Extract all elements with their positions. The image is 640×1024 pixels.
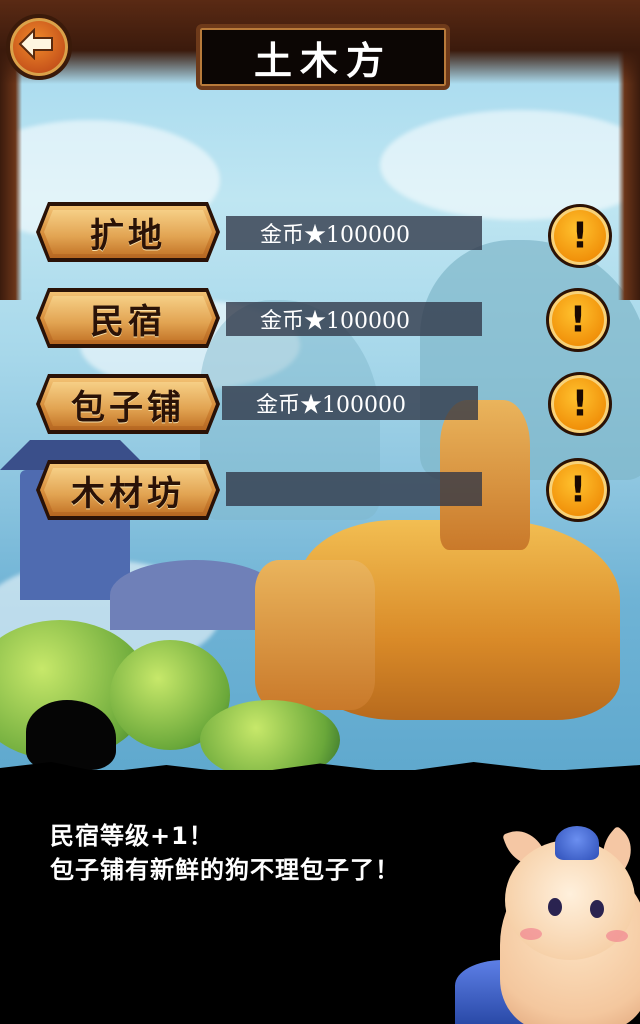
info-button[interactable]: !	[548, 204, 612, 268]
row-label: 民宿	[90, 301, 166, 342]
row-label: 扩地	[90, 215, 166, 256]
row-label: 木材坊	[71, 473, 185, 514]
bun-shop-button[interactable]: 包子铺	[40, 378, 216, 430]
exclamation-icon: !	[569, 469, 587, 511]
inn-button[interactable]: 民宿	[40, 292, 216, 344]
cost-bar: 金币★100000	[226, 302, 482, 336]
title-plate: 土木方	[196, 24, 450, 90]
row-label: 包子铺	[71, 387, 185, 428]
dialog-line: 民宿等级+1！	[50, 822, 214, 850]
page-title: 土木方	[253, 38, 392, 83]
pig-eye	[548, 898, 562, 916]
game-screen: 土木方 扩地 金币★100000 ! 民宿 金币★100000 ! 包子铺 金币…	[0, 0, 640, 1024]
cost-bar: 金币★100000	[226, 216, 482, 250]
cliff-block	[255, 560, 375, 710]
pig-eye	[590, 900, 604, 918]
cost-bar: 金币★100000	[222, 386, 478, 420]
info-button[interactable]: !	[546, 288, 610, 352]
exclamation-icon: !	[571, 215, 589, 257]
exclamation-icon: !	[569, 299, 587, 341]
pig-hat	[555, 826, 599, 860]
info-button[interactable]: !	[546, 458, 610, 522]
arrow-left-icon	[18, 28, 53, 60]
dialog-line: 包子铺有新鲜的狗不理包子了！	[50, 856, 400, 884]
pig-blush	[606, 930, 628, 942]
expand-land-button[interactable]: 扩地	[40, 206, 216, 258]
cost-bar	[226, 472, 482, 506]
info-button[interactable]: !	[548, 372, 612, 436]
cost-text: 金币★100000	[256, 393, 406, 418]
lumber-mill-button[interactable]: 木材坊	[40, 464, 216, 516]
pig-blush	[520, 928, 542, 940]
cost-text: 金币★100000	[260, 223, 410, 248]
cost-text: 金币★100000	[260, 309, 410, 334]
back-button[interactable]	[6, 14, 72, 80]
exclamation-icon: !	[571, 383, 589, 425]
